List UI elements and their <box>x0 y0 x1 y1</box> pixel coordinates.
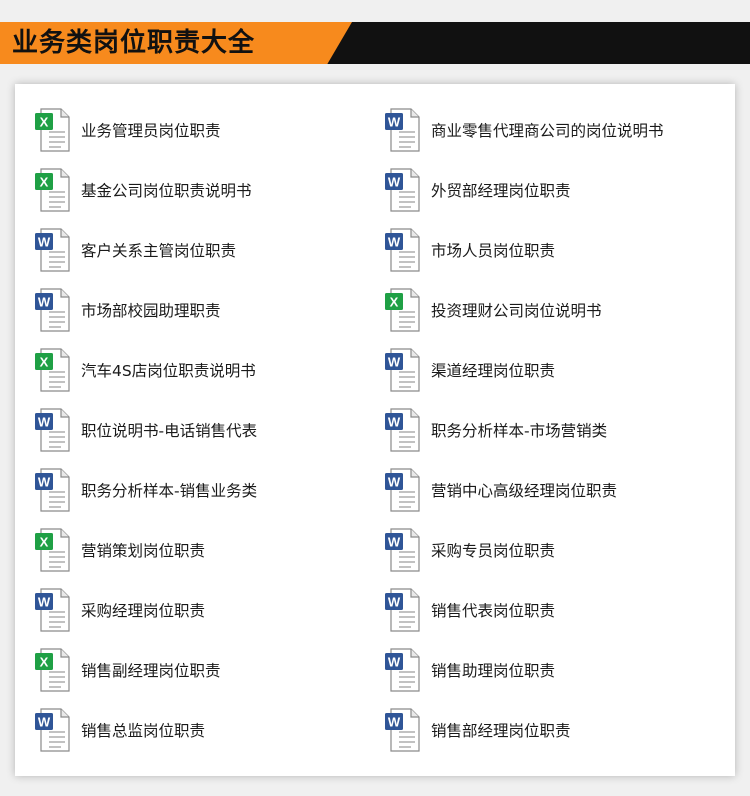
document-item[interactable]: X 汽车4S店岗位职责说明书 <box>35 345 355 395</box>
page-title: 业务类岗位职责大全 <box>12 28 256 58</box>
svg-text:W: W <box>388 535 401 550</box>
document-item[interactable]: W 销售助理岗位职责 <box>385 645 705 695</box>
document-item[interactable]: X 营销策划岗位职责 <box>35 525 355 575</box>
word-file-icon: W <box>35 708 71 752</box>
document-item[interactable]: W 市场部校园助理职责 <box>35 285 355 335</box>
svg-text:X: X <box>40 535 49 550</box>
document-item[interactable]: W 销售总监岗位职责 <box>35 705 355 755</box>
document-item-label: 职务分析样本-市场营销类 <box>431 422 608 440</box>
word-file-icon: W <box>385 708 421 752</box>
svg-text:W: W <box>388 595 401 610</box>
word-file-icon: W <box>385 408 421 452</box>
svg-text:W: W <box>388 355 401 370</box>
document-item-label: 营销中心高级经理岗位职责 <box>431 482 618 500</box>
document-item[interactable]: W 采购经理岗位职责 <box>35 585 355 635</box>
svg-text:W: W <box>38 295 51 310</box>
excel-file-icon: X <box>35 348 71 392</box>
word-file-icon: W <box>385 528 421 572</box>
document-item-label: 销售副经理岗位职责 <box>81 662 221 680</box>
svg-text:X: X <box>40 115 49 130</box>
document-item-label: 采购经理岗位职责 <box>81 602 206 620</box>
document-item[interactable]: W 营销中心高级经理岗位职责 <box>385 465 705 515</box>
document-item-label: 投资理财公司岗位说明书 <box>431 302 602 320</box>
excel-file-icon: X <box>35 528 71 572</box>
document-item[interactable]: X 业务管理员岗位职责 <box>35 105 355 155</box>
word-file-icon: W <box>385 168 421 212</box>
svg-text:W: W <box>38 475 51 490</box>
svg-text:W: W <box>38 595 51 610</box>
document-item-label: 业务管理员岗位职责 <box>81 122 221 140</box>
document-item[interactable]: X 投资理财公司岗位说明书 <box>385 285 705 335</box>
document-item[interactable]: W 外贸部经理岗位职责 <box>385 165 705 215</box>
word-file-icon: W <box>385 588 421 632</box>
svg-text:W: W <box>388 655 401 670</box>
svg-text:X: X <box>40 655 49 670</box>
document-item-label: 职务分析样本-销售业务类 <box>81 482 258 500</box>
document-item-label: 销售助理岗位职责 <box>431 662 556 680</box>
word-file-icon: W <box>385 108 421 152</box>
word-file-icon: W <box>385 468 421 512</box>
svg-text:W: W <box>388 115 401 130</box>
svg-text:W: W <box>388 235 401 250</box>
svg-text:W: W <box>38 415 51 430</box>
document-item[interactable]: W 市场人员岗位职责 <box>385 225 705 275</box>
document-item[interactable]: W 客户关系主管岗位职责 <box>35 225 355 275</box>
word-file-icon: W <box>35 468 71 512</box>
document-item-label: 基金公司岗位职责说明书 <box>81 182 252 200</box>
document-item[interactable]: W 渠道经理岗位职责 <box>385 345 705 395</box>
document-item[interactable]: X 基金公司岗位职责说明书 <box>35 165 355 215</box>
header-banner: 业务类岗位职责大全 <box>0 22 750 64</box>
word-file-icon: W <box>385 348 421 392</box>
document-item[interactable]: W 职位说明书-电话销售代表 <box>35 405 355 455</box>
svg-text:W: W <box>388 715 401 730</box>
document-item-label: 营销策划岗位职责 <box>81 542 206 560</box>
document-item[interactable]: W 商业零售代理商公司的岗位说明书 <box>385 105 705 155</box>
document-item[interactable]: W 销售代表岗位职责 <box>385 585 705 635</box>
document-item[interactable]: W 职务分析样本-市场营销类 <box>385 405 705 455</box>
document-item-label: 职位说明书-电话销售代表 <box>81 422 258 440</box>
document-item-label: 商业零售代理商公司的岗位说明书 <box>431 122 664 140</box>
document-item-label: 市场人员岗位职责 <box>431 242 556 260</box>
word-file-icon: W <box>35 408 71 452</box>
excel-file-icon: X <box>35 648 71 692</box>
document-item-label: 客户关系主管岗位职责 <box>81 242 237 260</box>
svg-text:X: X <box>390 295 399 310</box>
word-file-icon: W <box>35 588 71 632</box>
excel-file-icon: X <box>35 108 71 152</box>
word-file-icon: W <box>385 228 421 272</box>
excel-file-icon: X <box>35 168 71 212</box>
document-item-label: 销售总监岗位职责 <box>81 722 206 740</box>
svg-text:W: W <box>38 235 51 250</box>
document-item-label: 汽车4S店岗位职责说明书 <box>81 362 256 380</box>
document-list-card: X 业务管理员岗位职责 X 基金公司岗位职责说明书 W 客户关系主管岗位职责 W… <box>15 84 735 776</box>
word-file-icon: W <box>385 648 421 692</box>
document-item[interactable]: W 销售部经理岗位职责 <box>385 705 705 755</box>
svg-text:W: W <box>38 715 51 730</box>
word-file-icon: W <box>35 288 71 332</box>
document-item-label: 采购专员岗位职责 <box>431 542 556 560</box>
svg-text:W: W <box>388 475 401 490</box>
document-item-label: 市场部校园助理职责 <box>81 302 221 320</box>
svg-text:X: X <box>40 175 49 190</box>
document-item-label: 渠道经理岗位职责 <box>431 362 556 380</box>
document-item[interactable]: W 采购专员岗位职责 <box>385 525 705 575</box>
excel-file-icon: X <box>385 288 421 332</box>
document-item-label: 外贸部经理岗位职责 <box>431 182 571 200</box>
document-item[interactable]: X 销售副经理岗位职责 <box>35 645 355 695</box>
svg-text:W: W <box>388 175 401 190</box>
document-item[interactable]: W 职务分析样本-销售业务类 <box>35 465 355 515</box>
document-item-label: 销售代表岗位职责 <box>431 602 556 620</box>
svg-text:W: W <box>388 415 401 430</box>
svg-text:X: X <box>40 355 49 370</box>
document-item-label: 销售部经理岗位职责 <box>431 722 571 740</box>
word-file-icon: W <box>35 228 71 272</box>
